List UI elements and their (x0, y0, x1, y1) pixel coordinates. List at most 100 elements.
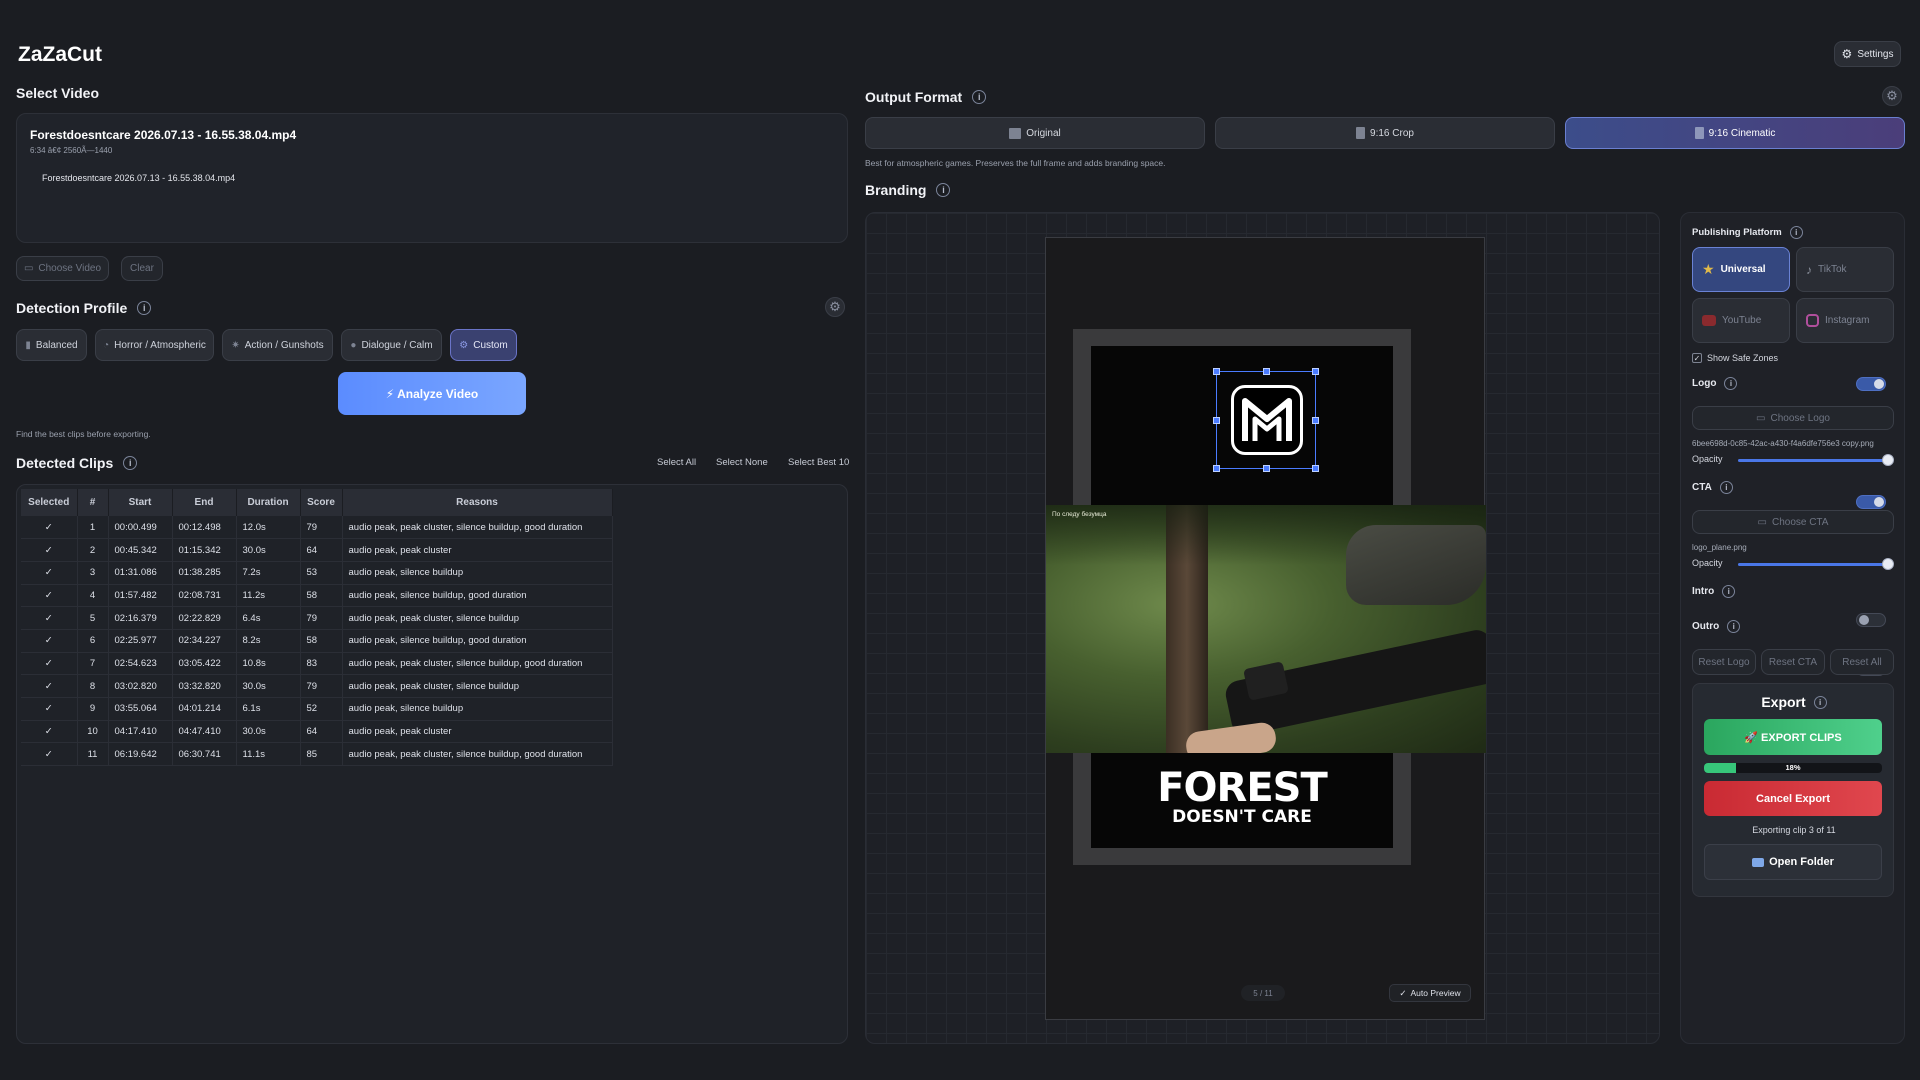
table-cell: 02:16.379 (108, 606, 173, 630)
table-cell: 30.0s (236, 674, 301, 698)
open-folder-button[interactable]: Open Folder (1704, 844, 1882, 880)
row-selected-check[interactable]: ✓ (21, 606, 78, 630)
logo-toggle[interactable] (1856, 377, 1886, 391)
profile-dialogue-button[interactable]: ● Dialogue / Calm (341, 329, 442, 361)
output-settings-gear-icon[interactable]: ⚙ (1882, 86, 1902, 106)
table-row[interactable]: ✓ 2 00:45.342 01:15.342 30.0s 64 audio peak, p… (21, 538, 613, 562)
platform-label: Instagram (1825, 315, 1870, 326)
info-icon[interactable]: i (936, 183, 951, 197)
reset-logo-button[interactable]: Reset Logo (1692, 649, 1756, 675)
resize-handle[interactable] (1312, 465, 1319, 472)
info-icon[interactable]: i (1719, 481, 1733, 494)
row-selected-check[interactable]: ✓ (21, 674, 78, 698)
table-row[interactable]: ✓ 8 03:02.820 03:32.820 30.0s 79 audio peak, p… (21, 674, 613, 698)
profile-button-group: ▮ Balanced ◔ Horror / Atmospheric ✷ Acti… (16, 329, 517, 361)
info-icon[interactable]: i (1724, 377, 1738, 390)
row-selected-check[interactable]: ✓ (21, 629, 78, 653)
clear-button[interactable]: Clear (121, 256, 163, 281)
intro-toggle[interactable] (1856, 613, 1886, 627)
show-safe-zones-checkbox[interactable]: ✓ Show Safe Zones (1692, 353, 1778, 363)
table-cell: 00:45.342 (108, 538, 173, 562)
info-icon[interactable]: i (123, 456, 138, 470)
table-row[interactable]: ✓ 9 03:55.064 04:01.214 6.1s 52 audio peak, si… (21, 697, 613, 721)
detection-settings-gear-icon[interactable]: ⚙ (825, 297, 845, 317)
resize-handle[interactable] (1263, 465, 1270, 472)
format-cinematic-button[interactable]: 9:16 Cinematic (1565, 117, 1905, 149)
row-selected-check[interactable]: ✓ (21, 742, 78, 767)
folder-icon: ▭ (23, 263, 34, 274)
info-icon[interactable]: i (1727, 620, 1741, 633)
format-crop-button[interactable]: 9:16 Crop (1215, 117, 1555, 149)
table-row[interactable]: ✓ 11 06:19.642 06:30.741 11.1s 85 audio peak, … (21, 742, 613, 767)
table-cell: audio peak, silence buildup (342, 697, 613, 721)
profile-balanced-button[interactable]: ▮ Balanced (16, 329, 87, 361)
resize-handle[interactable] (1312, 368, 1319, 375)
row-selected-check[interactable]: ✓ (21, 584, 78, 608)
table-cell: 10 (77, 720, 109, 744)
info-icon[interactable]: i (137, 301, 152, 315)
cancel-export-button[interactable]: Cancel Export (1704, 781, 1882, 816)
select-none-link[interactable]: Select None (716, 457, 768, 468)
select-all-link[interactable]: Select All (657, 457, 696, 468)
row-selected-check[interactable]: ✓ (21, 561, 78, 585)
table-row[interactable]: ✓ 6 02:25.977 02:34.227 8.2s 58 audio peak, si… (21, 629, 613, 653)
slider-thumb[interactable] (1882, 454, 1894, 466)
logo-selection-box[interactable] (1213, 368, 1319, 472)
export-clips-button[interactable]: 🚀 EXPORT CLIPS (1704, 719, 1882, 755)
platform-universal-button[interactable]: ★ Universal (1692, 247, 1790, 292)
branding-preview-canvas[interactable]: По следу безумца FOREST DOESN'T CARE 5 /… (865, 212, 1660, 1044)
reset-cta-button[interactable]: Reset CTA (1761, 649, 1825, 675)
info-icon[interactable]: i (1789, 226, 1803, 239)
auto-preview-toggle[interactable]: ✓ Auto Preview (1389, 984, 1471, 1002)
row-selected-check[interactable]: ✓ (21, 538, 78, 562)
info-icon[interactable]: i (1813, 695, 1827, 709)
table-cell: 6 (77, 629, 109, 653)
row-selected-check[interactable]: ✓ (21, 516, 78, 540)
col-selected: Selected (21, 489, 78, 516)
platform-instagram-button[interactable]: Instagram (1796, 298, 1894, 343)
select-best-link[interactable]: Select Best 10 (788, 457, 849, 468)
table-cell: 06:30.741 (172, 742, 237, 767)
resize-handle[interactable] (1312, 417, 1319, 424)
profile-horror-button[interactable]: ◔ Horror / Atmospheric (95, 329, 214, 361)
choose-video-button[interactable]: ▭ Choose Video (16, 256, 109, 281)
resize-handle[interactable] (1213, 465, 1220, 472)
table-cell: 52 (300, 697, 343, 721)
table-cell: 4 (77, 584, 109, 608)
logo-opacity-slider[interactable] (1738, 454, 1894, 466)
row-selected-check[interactable]: ✓ (21, 697, 78, 721)
table-row[interactable]: ✓ 10 04:17.410 04:47.410 30.0s 64 audio peak, … (21, 720, 613, 744)
resize-handle[interactable] (1213, 368, 1220, 375)
video-list-item[interactable]: Forestdoesntcare 2026.07.13 - 16.55.38.0… (42, 173, 235, 183)
table-row[interactable]: ✓ 1 00:00.499 00:12.498 12.0s 79 audio peak, p… (21, 516, 613, 540)
platform-youtube-button[interactable]: YouTube (1692, 298, 1790, 343)
platform-tiktok-button[interactable]: ♪ TikTok (1796, 247, 1894, 292)
choose-logo-button[interactable]: ▭ Choose Logo (1692, 406, 1894, 430)
video-drop-panel[interactable]: Forestdoesntcare 2026.07.13 - 16.55.38.0… (16, 113, 848, 243)
info-icon[interactable]: i (1722, 585, 1736, 598)
table-row[interactable]: ✓ 7 02:54.623 03:05.422 10.8s 83 audio peak, p… (21, 652, 613, 676)
table-row[interactable]: ✓ 3 01:31.086 01:38.285 7.2s 53 audio peak, si… (21, 561, 613, 585)
col-end: End (172, 489, 237, 516)
slider-thumb[interactable] (1882, 558, 1894, 570)
table-row[interactable]: ✓ 5 02:16.379 02:22.829 6.4s 79 audio peak, pe… (21, 606, 613, 630)
choose-video-label: Choose Video (38, 263, 102, 274)
cta-opacity-slider[interactable] (1738, 558, 1894, 570)
profile-custom-button[interactable]: ⚙ Custom (450, 329, 517, 361)
cta-toggle[interactable] (1856, 495, 1886, 509)
reset-all-button[interactable]: Reset All (1830, 649, 1894, 675)
row-selected-check[interactable]: ✓ (21, 652, 78, 676)
resize-handle[interactable] (1263, 368, 1270, 375)
row-selected-check[interactable]: ✓ (21, 720, 78, 744)
table-row[interactable]: ✓ 4 01:57.482 02:08.731 11.2s 58 audio peak, s… (21, 584, 613, 608)
profile-action-button[interactable]: ✷ Action / Gunshots (222, 329, 333, 361)
format-description: Best for atmospheric games. Preserves th… (865, 158, 1166, 168)
choose-cta-button[interactable]: ▭ Choose CTA (1692, 510, 1894, 534)
settings-button[interactable]: ⚙ Settings (1834, 41, 1901, 67)
format-original-button[interactable]: Original (865, 117, 1205, 149)
analyze-video-button[interactable]: ⚡ Analyze Video (338, 372, 526, 415)
outro-label-text: Outro (1692, 621, 1720, 632)
info-icon[interactable]: i (972, 90, 987, 104)
app-title: ZaZaCut (18, 43, 102, 66)
resize-handle[interactable] (1213, 417, 1220, 424)
